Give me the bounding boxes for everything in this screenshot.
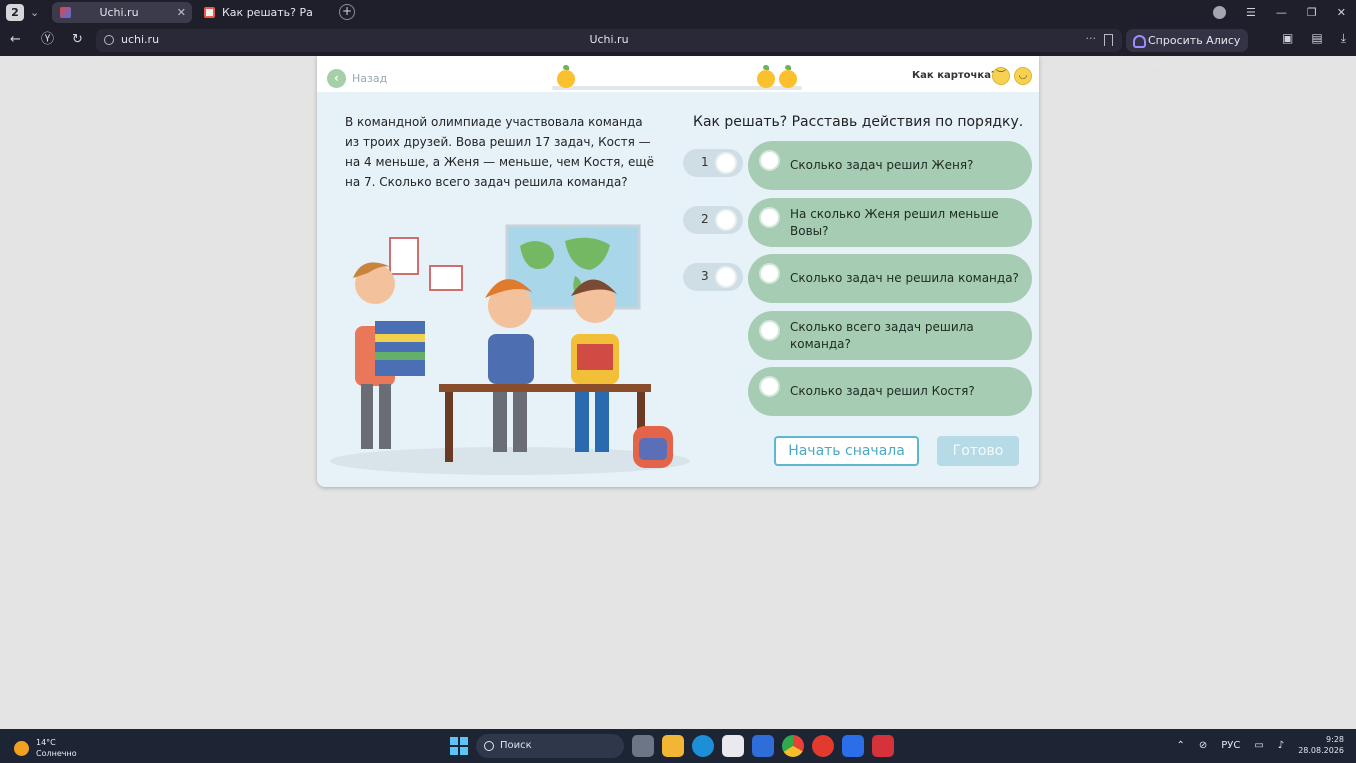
system-tray: ⌃ ⊘ РУС ▭ ♪ 9:28 28.08.2026 xyxy=(1176,734,1344,756)
ask-alice-button[interactable]: Спросить Алису AI xyxy=(1126,29,1248,70)
restart-button[interactable]: Начать сначала xyxy=(774,436,919,466)
uchi-favicon-icon xyxy=(60,7,71,18)
reload-icon[interactable]: ↻ xyxy=(72,31,83,49)
option-label: На сколько Женя решил меньше Вовы? xyxy=(790,206,999,238)
answer-slot-2[interactable]: 2 xyxy=(683,206,743,234)
profile-icon[interactable] xyxy=(1213,6,1227,19)
menu-icon[interactable]: ☰ xyxy=(1246,6,1256,19)
file-explorer-icon[interactable] xyxy=(662,735,684,757)
chevron-down-icon[interactable]: ⌄ xyxy=(30,4,39,21)
yandex-icon[interactable]: Ⓨ xyxy=(41,31,54,49)
kaspersky-icon[interactable] xyxy=(872,735,894,757)
rate-card-label: Как карточка? xyxy=(912,70,997,81)
close-tab-icon[interactable]: ✕ xyxy=(177,2,186,23)
tab-task[interactable]: Как решать? Расставь де xyxy=(196,2,331,23)
mail-icon[interactable] xyxy=(752,735,774,757)
taskbar-apps: Поиск xyxy=(450,733,894,759)
classroom-illustration xyxy=(330,224,690,475)
bookmark-icon[interactable] xyxy=(1104,34,1113,46)
windows-start-icon[interactable] xyxy=(450,737,468,755)
happy-face-icon[interactable]: ◡ xyxy=(1014,67,1032,85)
task-view-icon[interactable] xyxy=(632,735,654,757)
slot-number: 3 xyxy=(701,269,709,283)
temperature: 14°C xyxy=(36,738,56,747)
language-indicator[interactable]: РУС xyxy=(1221,740,1240,751)
orange-icon xyxy=(757,65,775,88)
network-icon[interactable]: ⊘ xyxy=(1199,740,1207,751)
new-tab-button[interactable]: + xyxy=(339,4,355,20)
reader-icon[interactable]: ▣ xyxy=(1282,31,1293,46)
toolbar-icons: ▣ ▤ ⤓ xyxy=(1282,31,1346,46)
option-label: Сколько всего задач решила команда? xyxy=(790,319,974,351)
option-label: Сколько задач решил Костя? xyxy=(790,384,975,398)
volume-icon[interactable]: ♪ xyxy=(1278,740,1284,751)
card-header: ‹ Назад Как карточка? ︶ ◡ xyxy=(317,56,1039,92)
option-radio[interactable] xyxy=(759,376,780,397)
chrome-icon[interactable] xyxy=(782,735,804,757)
url-field[interactable]: uchi.ru Uchi.ru ··· xyxy=(96,29,1122,52)
close-window-icon[interactable]: ✕ xyxy=(1337,6,1346,19)
chevron-up-icon[interactable]: ⌃ xyxy=(1176,740,1184,751)
tab-title: Как решать? Расставь де xyxy=(222,6,312,19)
downloads-icon[interactable]: ⤓ xyxy=(1341,31,1346,46)
problem-text: В командной олимпиаде участвовала команд… xyxy=(345,115,655,189)
option-label: Сколько задач решил Женя? xyxy=(790,158,974,172)
task-card: ‹ Назад Как карточка? ︶ ◡ В командной ол… xyxy=(317,56,1039,487)
slot-knob xyxy=(715,266,737,288)
question-title: Как решать? Расставь действия по порядку… xyxy=(693,114,1024,130)
back-button[interactable]: ‹ Назад xyxy=(327,68,387,88)
back-label: Назад xyxy=(352,71,388,85)
page-title: Uchi.ru xyxy=(589,33,629,46)
sad-face-icon[interactable]: ︶ xyxy=(992,67,1010,85)
option-item[interactable]: Сколько задач не решила команда? xyxy=(748,254,1032,303)
slot-number: 2 xyxy=(701,212,709,226)
app-icon[interactable] xyxy=(842,735,864,757)
orange-icon xyxy=(557,65,575,88)
minimize-icon[interactable]: — xyxy=(1276,6,1287,19)
weather-widget[interactable]: 14°C Солнечно xyxy=(14,737,77,759)
option-label: Сколько задач не решила команда? xyxy=(790,271,1019,285)
address-bar-row: ← Ⓨ ↻ uchi.ru Uchi.ru ··· Спросить Алису… xyxy=(0,27,1356,70)
answer-slot-1[interactable]: 1 xyxy=(683,149,743,177)
option-radio[interactable] xyxy=(759,207,780,228)
answer-slot-3[interactable]: 3 xyxy=(683,263,743,291)
display-icon[interactable]: ▭ xyxy=(1254,740,1263,751)
slot-knob xyxy=(715,152,737,174)
chevron-left-icon: ‹ xyxy=(327,68,346,88)
tab-title: Uchi.ru xyxy=(99,6,139,19)
option-item[interactable]: На сколько Женя решил меньше Вовы? xyxy=(748,198,1032,247)
taskbar: 14°C Солнечно Поиск ⌃ ⊘ РУС ▭ ♪ 9:28 28.… xyxy=(0,729,1356,763)
orange-icon xyxy=(779,65,797,88)
store-icon[interactable] xyxy=(722,735,744,757)
back-arrow-icon[interactable]: ← xyxy=(10,31,21,49)
option-item[interactable]: Сколько задач решил Женя? xyxy=(748,141,1032,190)
time: 9:28 xyxy=(1326,735,1344,744)
done-button[interactable]: Готово xyxy=(937,436,1019,466)
tab-bar: 2 ⌄ Uchi.ru ✕ Как решать? Расставь де + … xyxy=(0,0,1356,25)
option-radio[interactable] xyxy=(759,320,780,341)
tab-uchi[interactable]: Uchi.ru ✕ xyxy=(52,2,192,23)
weather-text: Солнечно xyxy=(36,749,77,758)
yandex-browser-icon[interactable] xyxy=(812,735,834,757)
slot-number: 1 xyxy=(701,155,709,169)
slot-knob xyxy=(715,209,737,231)
clock[interactable]: 9:28 28.08.2026 xyxy=(1298,734,1344,756)
browser-chrome: 2 ⌄ Uchi.ru ✕ Как решать? Расставь де + … xyxy=(0,0,1356,70)
tab-counter-button[interactable]: 2 xyxy=(6,4,24,21)
option-item[interactable]: Сколько всего задач решила команда? xyxy=(748,311,1032,360)
option-radio[interactable] xyxy=(759,263,780,284)
option-item[interactable]: Сколько задач решил Костя? xyxy=(748,367,1032,416)
restore-icon[interactable]: ❐ xyxy=(1307,6,1317,19)
task-favicon-icon xyxy=(204,7,215,18)
extension-icon[interactable]: ▤ xyxy=(1311,31,1322,46)
option-radio[interactable] xyxy=(759,150,780,171)
edge-icon[interactable] xyxy=(692,735,714,757)
date: 28.08.2026 xyxy=(1298,746,1344,755)
taskbar-search[interactable]: Поиск xyxy=(476,734,624,758)
more-icon[interactable]: ··· xyxy=(1086,32,1097,45)
sun-icon xyxy=(14,740,29,756)
window-controls: ☰ — ❐ ✕ xyxy=(1213,0,1346,25)
